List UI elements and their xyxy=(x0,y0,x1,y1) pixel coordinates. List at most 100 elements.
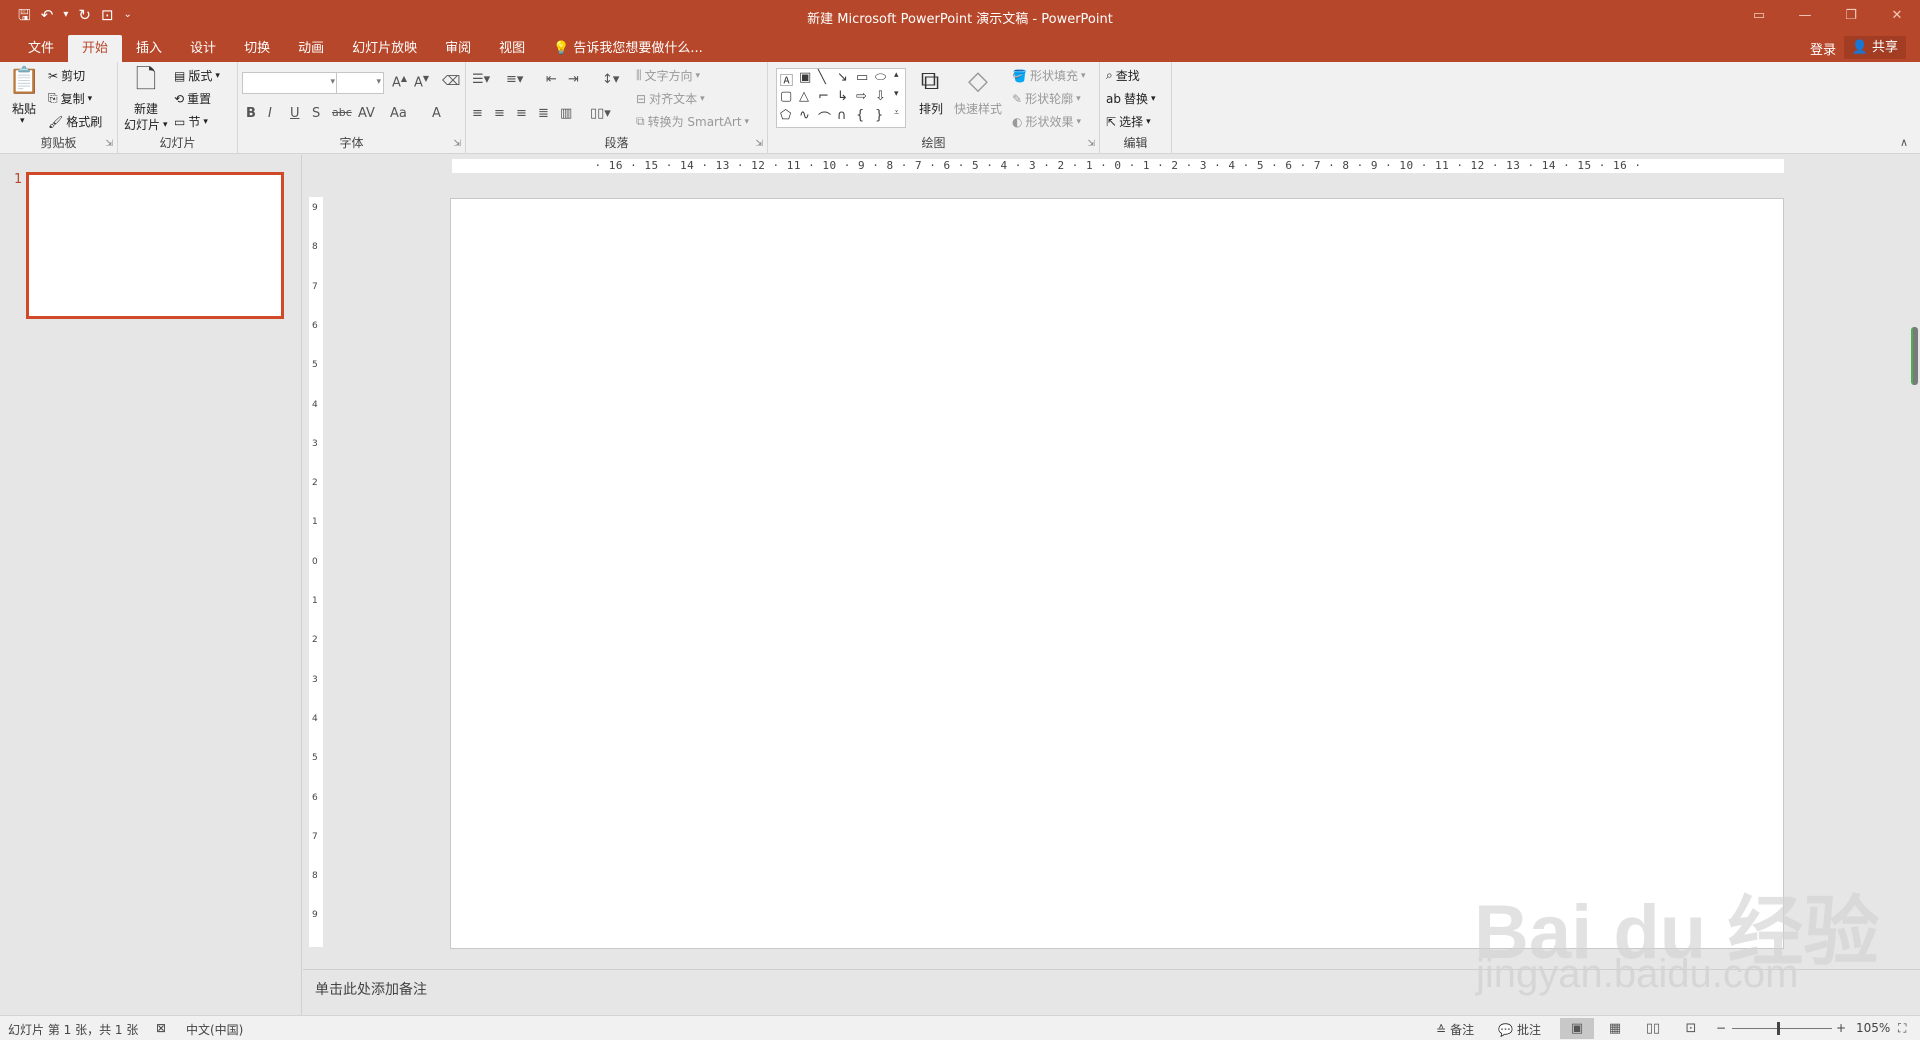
drawing-launcher-icon[interactable]: ⇲ xyxy=(1087,139,1095,149)
line-spacing-icon[interactable]: ↕▾ xyxy=(602,72,619,87)
zoom-out-icon[interactable]: − xyxy=(1716,1021,1726,1035)
rectangle-shape-icon[interactable]: ▭ xyxy=(856,70,868,85)
comments-toggle[interactable]: 💬 批注 xyxy=(1498,1021,1541,1038)
tab-home[interactable]: 开始 xyxy=(68,35,123,62)
font-name-combo[interactable]: ▾ xyxy=(242,72,338,94)
decrease-font-icon[interactable]: A▼ xyxy=(414,74,429,90)
new-slide-dropdown[interactable]: 幻灯片 ▾ xyxy=(124,116,168,133)
tab-insert[interactable]: 插入 xyxy=(122,35,176,62)
slide-canvas[interactable] xyxy=(450,198,1784,949)
arrow-line-shape-icon[interactable]: ↘ xyxy=(837,70,848,85)
reading-view-icon[interactable]: ▯▯ xyxy=(1636,1018,1670,1039)
normal-view-icon[interactable]: ▣ xyxy=(1560,1018,1594,1039)
close-icon[interactable]: ✕ xyxy=(1874,0,1920,32)
bold-button[interactable]: B xyxy=(246,106,256,121)
shadow-button[interactable]: S xyxy=(312,106,320,121)
tab-transitions[interactable]: 切换 xyxy=(230,35,284,62)
arc-shape-icon[interactable]: ⌒ xyxy=(818,108,831,127)
align-center-icon[interactable]: ≡ xyxy=(494,106,505,121)
tab-review[interactable]: 审阅 xyxy=(431,35,485,62)
collapse-ribbon-icon[interactable]: ∧ xyxy=(1900,136,1908,149)
font-launcher-icon[interactable]: ⇲ xyxy=(453,139,461,149)
italic-button[interactable]: I xyxy=(268,106,272,121)
paste-dropdown-icon[interactable]: ▾ xyxy=(20,116,25,126)
arrange-button[interactable]: 排列 xyxy=(919,100,943,117)
triangle-shape-icon[interactable]: △ xyxy=(799,89,809,104)
increase-indent-icon[interactable]: ⇥ xyxy=(568,72,579,87)
ribbon-display-options-icon[interactable]: ▭ xyxy=(1736,0,1782,32)
shape-effects-button[interactable]: ◐ 形状效果 ▾ xyxy=(1012,113,1081,130)
new-slide-button[interactable]: 新建 xyxy=(134,100,158,117)
vertical-scrollbar[interactable] xyxy=(1906,155,1920,963)
slide-sorter-view-icon[interactable]: ▦ xyxy=(1598,1018,1632,1039)
reset-button[interactable]: ⟲ 重置 xyxy=(174,90,211,107)
curve-shape-icon[interactable]: ∩ xyxy=(837,108,847,123)
font-color-button[interactable]: A xyxy=(432,106,441,121)
paste-button[interactable]: 粘贴 xyxy=(12,100,36,117)
slideshow-view-icon[interactable]: ⊡ xyxy=(1674,1018,1708,1039)
quick-styles-icon[interactable]: ◇ xyxy=(962,66,994,96)
minimize-icon[interactable]: — xyxy=(1782,0,1828,32)
right-arrow-shape-icon[interactable]: ⇨ xyxy=(856,89,867,104)
shapes-gallery[interactable]: 🄰 ▣ ╲ ↘ ▭ ⬭ ▢ △ ⌐ ↳ ⇨ ⇩ ⬠ ∿ ⌒ ∩ { } ▴ ▾ … xyxy=(776,68,906,128)
scribble-shape-icon[interactable]: ∿ xyxy=(799,108,810,123)
new-slide-icon[interactable]: 🗋 xyxy=(128,65,164,95)
zoom-in-icon[interactable]: + xyxy=(1836,1021,1846,1035)
zoom-slider-knob[interactable] xyxy=(1777,1022,1780,1035)
left-brace-shape-icon[interactable]: { xyxy=(856,108,864,123)
notes-placeholder[interactable]: 单击此处添加备注 xyxy=(315,979,427,999)
clear-formatting-icon[interactable]: ⌫ xyxy=(442,74,460,89)
slide-thumbnail[interactable] xyxy=(26,172,284,319)
zoom-level[interactable]: 105% xyxy=(1856,1021,1890,1035)
gallery-more-icon[interactable]: ⩡ xyxy=(894,108,899,118)
login-link[interactable]: 登录 xyxy=(1810,39,1836,58)
scrollbar-thumb[interactable] xyxy=(1911,327,1918,385)
clipboard-launcher-icon[interactable]: ⇲ xyxy=(105,139,113,149)
section-button[interactable]: ▭ 节 ▾ xyxy=(174,113,208,130)
distributed-icon[interactable]: ▥ xyxy=(560,106,572,121)
restore-icon[interactable]: ❐ xyxy=(1828,0,1874,32)
shape-fill-button[interactable]: 🪣 形状填充 ▾ xyxy=(1012,67,1086,84)
share-button[interactable]: 👤 共享 xyxy=(1843,36,1906,59)
strikethrough-button[interactable]: abc xyxy=(332,106,352,119)
tab-file[interactable]: 文件 xyxy=(14,35,68,62)
smartart-button[interactable]: ⧉ 转换为 SmartArt ▾ xyxy=(636,113,749,130)
elbow-arrow-connector-icon[interactable]: ↳ xyxy=(837,89,848,104)
tab-animations[interactable]: 动画 xyxy=(284,35,338,62)
underline-button[interactable]: U xyxy=(290,106,300,121)
tab-design[interactable]: 设计 xyxy=(176,35,230,62)
spellcheck-icon[interactable]: ⊠ xyxy=(156,1021,166,1035)
bullets-icon[interactable]: ☰▾ xyxy=(472,72,490,87)
font-size-combo[interactable]: ▾ xyxy=(336,72,384,94)
fit-to-window-icon[interactable]: ⛶ xyxy=(1898,1021,1906,1036)
paragraph-launcher-icon[interactable]: ⇲ xyxy=(755,139,763,149)
character-spacing-button[interactable]: AV xyxy=(358,106,375,121)
cut-button[interactable]: ✂ 剪切 xyxy=(48,67,85,84)
layout-button[interactable]: ▤ 版式 ▾ xyxy=(174,67,220,84)
paste-icon[interactable]: 📋 xyxy=(8,66,40,96)
align-left-icon[interactable]: ≡ xyxy=(472,106,483,121)
freeform-shape-icon[interactable]: ⬠ xyxy=(780,108,791,123)
elbow-connector-icon[interactable]: ⌐ xyxy=(818,89,829,104)
right-brace-shape-icon[interactable]: } xyxy=(875,108,883,123)
line-shape-icon[interactable]: ╲ xyxy=(818,70,826,85)
oval-shape-icon[interactable]: ⬭ xyxy=(875,70,886,85)
text-direction-button[interactable]: ⫼ 文字方向 ▾ xyxy=(636,67,700,84)
align-text-button[interactable]: ⊟ 对齐文本 ▾ xyxy=(636,90,705,107)
gallery-up-icon[interactable]: ▴ xyxy=(894,70,899,80)
change-case-button[interactable]: Aa xyxy=(390,106,407,121)
zoom-slider[interactable] xyxy=(1732,1028,1832,1029)
arrange-icon[interactable]: ⧉ xyxy=(914,66,946,96)
format-painter-button[interactable]: 🖌 格式刷 xyxy=(48,113,102,130)
textbox-shape-icon[interactable]: 🄰 xyxy=(780,70,793,89)
find-button[interactable]: ⌕ 查找 xyxy=(1106,67,1140,84)
language-indicator[interactable]: 中文(中国) xyxy=(186,1021,243,1038)
columns-icon[interactable]: ▯▯▾ xyxy=(590,106,611,121)
increase-font-icon[interactable]: A▲ xyxy=(392,74,407,90)
select-button[interactable]: ⇱ 选择 ▾ xyxy=(1106,113,1151,130)
tab-view[interactable]: 视图 xyxy=(485,35,539,62)
numbering-icon[interactable]: ≡▾ xyxy=(506,72,523,87)
quick-styles-button[interactable]: 快速样式 xyxy=(954,100,1002,117)
notes-toggle[interactable]: ≙ 备注 xyxy=(1436,1021,1474,1038)
down-arrow-shape-icon[interactable]: ⇩ xyxy=(875,89,886,104)
